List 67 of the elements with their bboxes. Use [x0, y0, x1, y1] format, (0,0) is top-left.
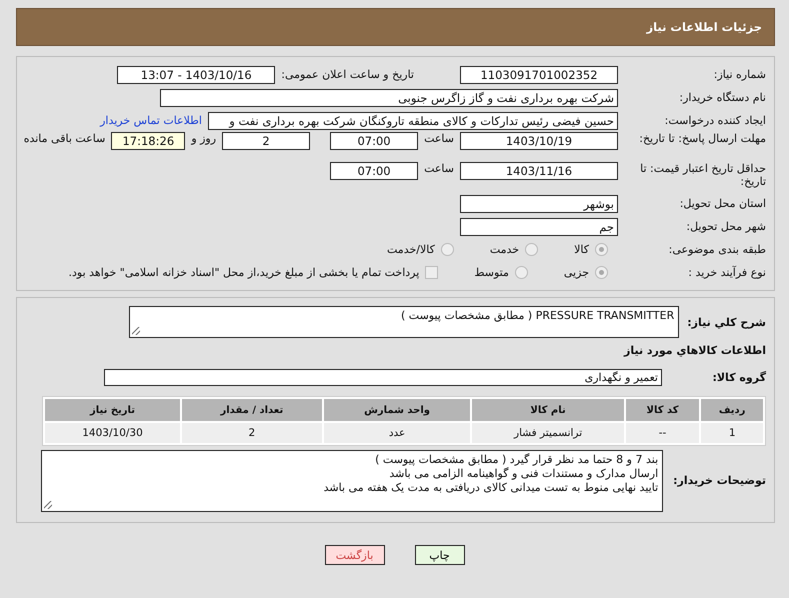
note-line: ارسال مدارک و مستندات فنی و گواهینامه الزامی می باشد — [388, 467, 658, 481]
field-label: خدمت — [490, 243, 520, 256]
field-label: شهر محل تحویل: — [685, 220, 766, 233]
field-label: شماره نیاز: — [712, 68, 766, 81]
field-label: شرح کلي نياز: — [687, 316, 766, 329]
field-label: پرداخت تمام یا بخشی از مبلغ خرید،از محل "اسناد خزانه اسلامی" خواهد بود. — [68, 266, 420, 279]
text-field[interactable]: 17:18:26 — [111, 132, 186, 150]
field-label: تاریخ و ساعت اعلان عمومی: — [281, 68, 414, 81]
table-cell: 1403/10/30 — [45, 423, 180, 443]
area-text: PRESSURE TRANSMITTER ( مطابق مشخصات پیوست ) — [400, 309, 674, 322]
field-label: ساعت باقی مانده — [24, 132, 106, 145]
field-label: کالا/خدمت — [387, 243, 435, 256]
text-area[interactable]: PRESSURE TRANSMITTER ( مطابق مشخصات پیوست ) — [129, 306, 680, 338]
column-header: تاریخ نیاز — [45, 399, 180, 421]
text-field[interactable]: حسین فیضی رئیس تدارکات و کالای منطقه تاروکنگان شرکت بهره برداری نفت و — [208, 112, 618, 130]
text-field[interactable]: شرکت بهره برداری نفت و گاز زاگرس جنوبی — [160, 88, 618, 106]
field-label: نام دستگاه خریدار: — [678, 91, 766, 104]
column-header: نام کالا — [472, 399, 624, 421]
note-line: بند 7 و 8 حتما مد نظر قرار گیرد ( مطابق مشخصات پیوست ) — [374, 453, 658, 467]
text-field[interactable]: 1403/10/16 - 13:07 — [117, 66, 276, 84]
back-button[interactable]: بازگشت — [324, 545, 384, 565]
text-field[interactable]: بوشهر — [460, 194, 618, 212]
field-label: نوع فرآیند خرید : — [687, 266, 766, 279]
contact-link[interactable]: اطلاعات تماس خریدار — [100, 114, 202, 127]
text-field[interactable]: جم — [460, 218, 618, 236]
field-label: کالا — [574, 243, 589, 256]
radio-button[interactable] — [440, 243, 454, 256]
column-header: واحد شمارش — [324, 399, 470, 421]
field-label: ایجاد کننده درخواست: — [664, 114, 766, 127]
section-heading: اطلاعات کالاهاي مورد نياز — [622, 344, 766, 357]
text-field[interactable]: 1403/11/16 — [460, 162, 618, 180]
print-button[interactable]: چاپ — [414, 545, 464, 565]
field-label: گروه کالا: — [711, 371, 766, 384]
field-label: ساعت — [424, 162, 454, 175]
page-title: جزئیات اطلاعات نیاز — [646, 20, 762, 34]
text-field[interactable]: 1103091701002352 — [460, 66, 618, 84]
field-label: توضیحات خریدار: — [673, 474, 766, 487]
table-cell: 2 — [182, 423, 322, 443]
resize-grip-icon — [44, 501, 52, 509]
radio-button[interactable] — [595, 266, 608, 279]
text-field[interactable]: 2 — [222, 132, 310, 150]
column-header: کد کالا — [626, 399, 700, 421]
note-line: تایید نهایی منوط به تست میدانی کالای دریافتی به مدت یک هفته می باشد — [322, 481, 658, 495]
table-cell: ترانسمیتر فشار — [472, 423, 624, 443]
radio-button[interactable] — [514, 266, 528, 279]
field-label: روز و — [191, 132, 216, 145]
field-label: جزیی — [564, 266, 589, 279]
field-label: ساعت — [424, 132, 454, 145]
field-label: استان محل تحویل: — [678, 197, 766, 210]
column-header: ردیف — [701, 399, 763, 421]
radio-button[interactable] — [595, 243, 608, 256]
field-label: طبقه بندی موضوعی: — [668, 243, 766, 256]
text-field[interactable]: تعمیر و نگهداری — [104, 369, 662, 386]
field-label: متوسط — [474, 266, 509, 279]
text-area[interactable]: بند 7 و 8 حتما مد نظر قرار گیرد ( مطابق مشخصات پیوست ) ارسال مدارک و مستندات فنی و گواهینامه الزامی می باشد تایید نهایی منوط به تست میدانی کالای دریافتی به مدت یک هفته می باشد — [41, 450, 664, 512]
table-cell: -- — [626, 423, 700, 443]
radio-button[interactable] — [525, 243, 538, 256]
checkbox[interactable] — [425, 266, 438, 279]
field-label: مهلت ارسال پاسخ: تا تاریخ: — [638, 132, 766, 145]
table-cell: عدد — [324, 423, 470, 443]
text-field[interactable]: 1403/10/19 — [460, 132, 618, 150]
text-field[interactable]: 07:00 — [330, 132, 418, 150]
field-label: حداقل تاریخ اعتبار قیمت: تا تاریخ: — [639, 162, 766, 188]
column-header: تعداد / مقدار — [182, 399, 322, 421]
resize-grip-icon — [132, 327, 140, 335]
table-cell: 1 — [701, 423, 763, 443]
text-field[interactable]: 07:00 — [330, 162, 418, 180]
